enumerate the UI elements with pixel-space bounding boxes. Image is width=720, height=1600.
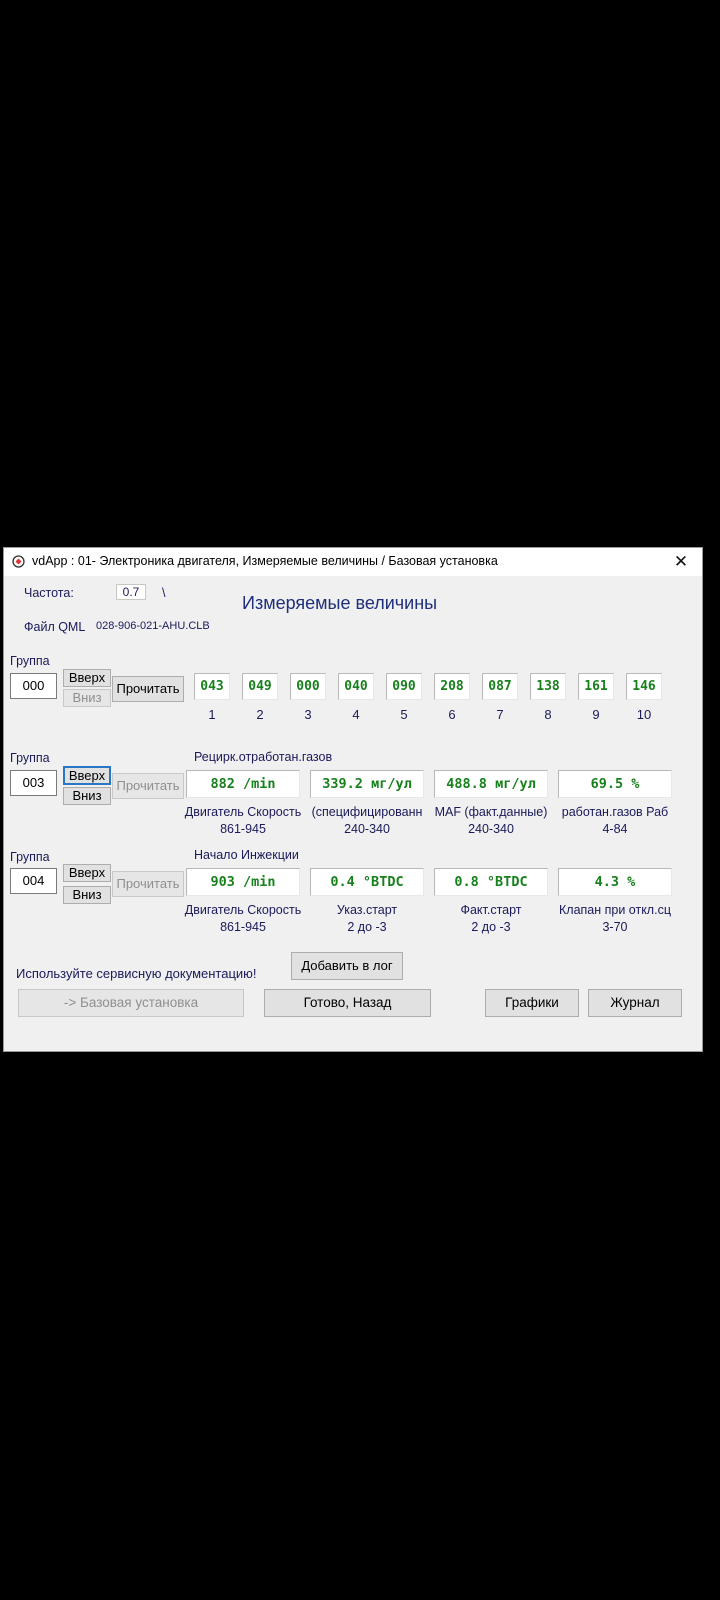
group1-cell: 087 <box>482 673 518 700</box>
group1-index: 7 <box>496 707 504 722</box>
group1-cell: 049 <box>242 673 278 700</box>
group1-index: 3 <box>304 707 312 722</box>
close-icon[interactable]: ✕ <box>666 549 696 575</box>
title-bar: vdApp : 01- Электроника двигателя, Измер… <box>4 548 702 576</box>
group2-range: 240-340 <box>344 822 390 836</box>
group1-down-button[interactable]: Вниз <box>63 689 111 707</box>
group1-cell: 146 <box>626 673 662 700</box>
group1-index: 4 <box>352 707 360 722</box>
group1-index: 6 <box>448 707 456 722</box>
group3-caption: Указ.старт <box>336 903 398 917</box>
group3-down-button[interactable]: Вниз <box>63 886 111 904</box>
basic-setting-button[interactable]: -> Базовая установка <box>18 989 244 1017</box>
group1-cell: 043 <box>194 673 230 700</box>
group1-cell: 090 <box>386 673 422 700</box>
group3-range: 2 до -3 <box>471 920 511 934</box>
group3-value: 0.4 °BTDC <box>310 868 424 896</box>
group1-index: 2 <box>256 707 264 722</box>
group2-value: 882 /min <box>186 770 300 798</box>
group2-range: 4-84 <box>602 822 628 836</box>
group1-cell: 138 <box>530 673 566 700</box>
group2-down-button[interactable]: Вниз <box>63 787 111 805</box>
group2-range: 240-340 <box>468 822 514 836</box>
graphs-button[interactable]: Графики <box>485 989 579 1017</box>
group2-label: Группа <box>10 751 50 765</box>
file-label: Файл QML <box>24 620 86 634</box>
group1-cell: 040 <box>338 673 374 700</box>
add-to-log-button[interactable]: Добавить в лог <box>291 952 403 980</box>
group2-value: 339.2 мг/ул <box>310 770 424 798</box>
group2-caption: MAF (факт.данные) <box>434 805 548 819</box>
group3-value: 0.8 °BTDC <box>434 868 548 896</box>
group2-read-button[interactable]: Прочитать <box>112 773 184 799</box>
group3-read-button[interactable]: Прочитать <box>112 871 184 897</box>
group1-index: 8 <box>544 707 552 722</box>
group1-label: Группа <box>10 654 50 668</box>
group2-caption: работан.газов Раб <box>561 805 669 819</box>
freq-indicator: \ <box>162 586 166 600</box>
group1-index: 10 <box>636 707 652 722</box>
group1-number-input[interactable]: 000 <box>10 673 57 699</box>
group1-cell: 208 <box>434 673 470 700</box>
service-doc-hint: Используйте сервисную документацию! <box>16 966 257 981</box>
group3-caption: Двигатель Скорость <box>184 903 302 917</box>
app-window: vdApp : 01- Электроника двигателя, Измер… <box>3 547 703 1052</box>
group2-value: 69.5 % <box>558 770 672 798</box>
group3-range: 861-945 <box>220 920 266 934</box>
group2-caption: Двигатель Скорость <box>184 805 302 819</box>
group3-range: 2 до -3 <box>347 920 387 934</box>
group2-caption: (специфицированн <box>311 805 423 819</box>
group3-caption: Факт.старт <box>460 903 522 917</box>
group1-index: 1 <box>208 707 216 722</box>
group3-up-button[interactable]: Вверх <box>63 864 111 882</box>
window-title: vdApp : 01- Электроника двигателя, Измер… <box>32 554 498 568</box>
freq-value: 0.7 <box>116 584 146 600</box>
group1-index: 5 <box>400 707 408 722</box>
group3-value: 903 /min <box>186 868 300 896</box>
group3-range: 3-70 <box>602 920 628 934</box>
group1-cell: 000 <box>290 673 326 700</box>
group2-up-button[interactable]: Вверх <box>63 766 111 785</box>
group2-title: Рецирк.отработан.газов <box>194 750 333 764</box>
page-heading: Измеряемые величины <box>242 593 438 613</box>
group1-cell: 161 <box>578 673 614 700</box>
group2-range: 861-945 <box>220 822 266 836</box>
group3-caption: Клапан при откл.сц <box>559 903 671 917</box>
done-back-button[interactable]: Готово, Назад <box>264 989 431 1017</box>
file-value: 028-906-021-AHU.CLB <box>96 620 210 632</box>
app-icon <box>12 555 25 568</box>
journal-button[interactable]: Журнал <box>588 989 682 1017</box>
group3-label: Группа <box>10 850 50 864</box>
group2-value: 488.8 мг/ул <box>434 770 548 798</box>
group1-read-button[interactable]: Прочитать <box>112 676 184 702</box>
group1-up-button[interactable]: Вверх <box>63 669 111 687</box>
freq-label: Частота: <box>24 586 74 600</box>
group3-value: 4.3 % <box>558 868 672 896</box>
group1-index: 9 <box>592 707 600 722</box>
group3-number-input[interactable]: 004 <box>10 868 57 894</box>
group3-title: Начало Инжекции <box>194 848 299 862</box>
group2-number-input[interactable]: 003 <box>10 770 57 796</box>
